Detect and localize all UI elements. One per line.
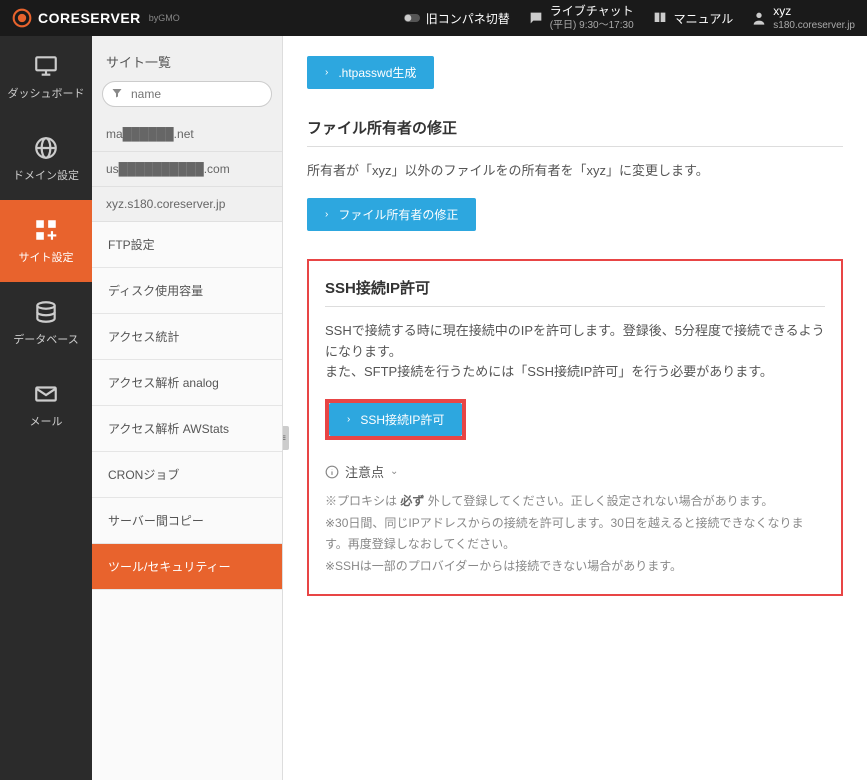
nav-database[interactable]: データベース [0, 282, 92, 364]
chevron-down-icon: ⌄ [390, 466, 398, 477]
nav-dashboard[interactable]: ダッシュボード [0, 36, 92, 118]
filter-icon [111, 87, 123, 99]
tool-analog[interactable]: アクセス解析 analog [92, 360, 282, 406]
chevron-right-icon: › [325, 209, 328, 220]
grid-plus-icon [33, 217, 59, 243]
monitor-icon [33, 53, 59, 79]
site-item[interactable]: us██████████.com [92, 152, 282, 187]
chevron-right-icon: › [325, 67, 328, 78]
user-icon [751, 10, 767, 26]
tool-disk[interactable]: ディスク使用容量 [92, 268, 282, 314]
divider [307, 146, 843, 147]
logo[interactable]: CORESERVER byGMO [12, 8, 180, 28]
tool-server-copy[interactable]: サーバー間コピー [92, 498, 282, 544]
site-item[interactable]: ma██████.net [92, 117, 282, 152]
tool-ftp[interactable]: FTP設定 [92, 222, 282, 268]
notice-body: ※プロキシは 必ず 外して登録してください。正しく設定されない場合があります。 … [325, 491, 825, 577]
ssh-text-1: SSHで接続する時に現在接続中のIPを許可します。登録後、5分程度で接続できるよ… [325, 323, 825, 359]
toggle-icon [404, 10, 420, 26]
ssh-title: SSH接続IP許可 [325, 277, 825, 298]
notice-title-label: 注意点 [345, 462, 384, 481]
live-chat-label: ライブチャット [550, 4, 634, 20]
owner-fix-title: ファイル所有者の修正 [307, 117, 843, 138]
live-chat-link[interactable]: ライブチャット (平日) 9:30～17:30 [528, 4, 634, 33]
main-nav: ダッシュボード ドメイン設定 サイト設定 データベース メール [0, 36, 92, 780]
htpasswd-button[interactable]: › .htpasswd生成 [307, 56, 434, 89]
book-icon [652, 10, 668, 26]
tool-awstats[interactable]: アクセス解析 AWStats [92, 406, 282, 452]
notice-line-3: ※SSHは一部のプロバイダーからは接続できない場合があります。 [325, 559, 682, 573]
nav-mail-label: メール [30, 413, 63, 429]
notice-line-1c: 外して登録してください。正しく設定されない場合があります。 [424, 494, 773, 508]
manual-label: マニュアル [674, 10, 734, 27]
nav-mail[interactable]: メール [0, 364, 92, 446]
site-list-panel: サイト一覧 ma██████.net us██████████.com xyz.… [92, 36, 283, 222]
live-chat-hours: (平日) 9:30～17:30 [550, 19, 634, 32]
site-search-input[interactable] [102, 81, 272, 107]
user-menu[interactable]: xyz s180.coreserver.jp [751, 4, 855, 33]
nav-site[interactable]: サイト設定 [0, 200, 92, 282]
ssh-allow-button-label: SSH接続IP許可 [360, 411, 444, 428]
ssh-allow-button[interactable]: › SSH接続IP許可 [329, 403, 462, 436]
main-content: ≡ › .htpasswd生成 ファイル所有者の修正 所有者が「xyz」以外のフ… [283, 36, 867, 780]
owner-fix-text: 所有者が「xyz」以外のファイルをの所有者を「xyz」に変更します。 [307, 161, 843, 182]
logo-icon [12, 8, 32, 28]
panel-drag-handle[interactable]: ≡ [283, 426, 289, 450]
chat-icon [528, 10, 544, 26]
owner-fix-button[interactable]: › ファイル所有者の修正 [307, 198, 476, 231]
chevron-right-icon: › [347, 414, 350, 425]
site-list-title: サイト一覧 [92, 36, 282, 81]
notice-line-1b: 必ず [400, 494, 424, 508]
tool-security[interactable]: ツール/セキュリティー [92, 544, 282, 590]
globe-icon [33, 135, 59, 161]
tool-access-stats[interactable]: アクセス統計 [92, 314, 282, 360]
info-icon [325, 465, 339, 479]
owner-fix-button-label: ファイル所有者の修正 [338, 206, 458, 223]
ssh-highlight-box: SSH接続IP許可 SSHで接続する時に現在接続中のIPを許可します。登録後、5… [307, 259, 843, 596]
old-panel-label: 旧コンパネ切替 [426, 10, 510, 27]
nav-site-label: サイト設定 [19, 249, 74, 265]
user-name-label: xyz [773, 4, 855, 20]
notice-toggle[interactable]: 注意点 ⌄ [325, 462, 825, 481]
logo-text: CORESERVER [38, 10, 141, 26]
top-header: CORESERVER byGMO 旧コンパネ切替 ライブチャット (平日) 9:… [0, 0, 867, 36]
nav-dashboard-label: ダッシュボード [8, 85, 85, 101]
notice-line-1a: ※プロキシは [325, 494, 400, 508]
logo-sub: byGMO [149, 13, 180, 23]
notice-line-2: ※30日間、同じIPアドレスからの接続を許可します。30日を越えると接続できなく… [325, 516, 804, 552]
old-panel-toggle[interactable]: 旧コンパネ切替 [404, 10, 510, 27]
database-icon [33, 299, 59, 325]
user-server-label: s180.coreserver.jp [773, 19, 855, 32]
nav-domain-label: ドメイン設定 [13, 167, 79, 183]
htpasswd-button-label: .htpasswd生成 [338, 64, 416, 81]
tool-cron[interactable]: CRONジョブ [92, 452, 282, 498]
nav-database-label: データベース [13, 331, 78, 347]
divider [325, 306, 825, 307]
ssh-text-2: また、SFTP接続を行うためには「SSH接続IP許可」を行う必要があります。 [325, 364, 773, 379]
manual-link[interactable]: マニュアル [652, 10, 734, 27]
ssh-text: SSHで接続する時に現在接続中のIPを許可します。登録後、5分程度で接続できるよ… [325, 321, 825, 383]
nav-domain[interactable]: ドメイン設定 [0, 118, 92, 200]
mail-icon [33, 381, 59, 407]
tool-nav: FTP設定 ディスク使用容量 アクセス統計 アクセス解析 analog アクセス… [92, 222, 283, 780]
ssh-button-highlight: › SSH接続IP許可 [325, 399, 466, 440]
site-item[interactable]: xyz.s180.coreserver.jp [92, 187, 282, 222]
